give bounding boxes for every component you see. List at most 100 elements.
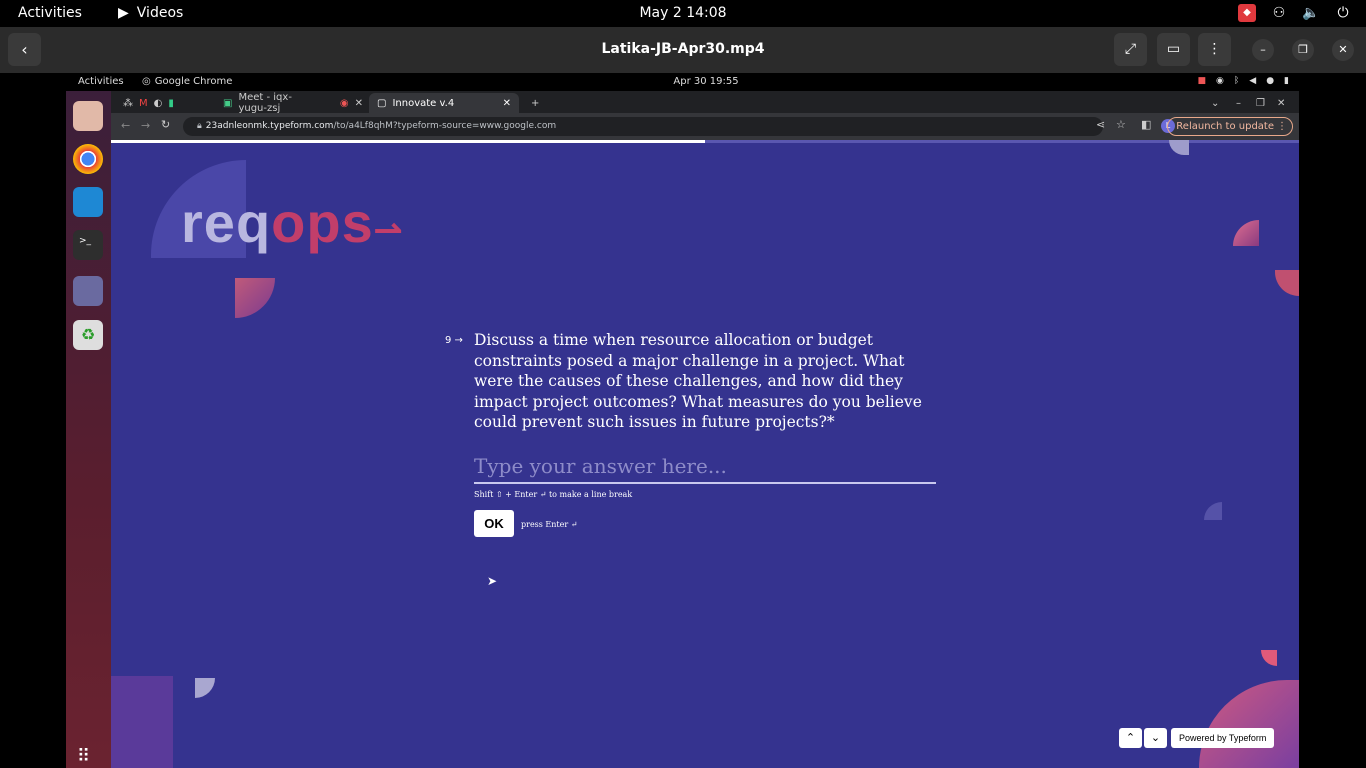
- new-tab-button[interactable]: +: [531, 93, 539, 113]
- pinned-tab-icons[interactable]: ⁂ M ◐ ▮: [123, 93, 174, 113]
- url-path: /to/a4Lf8qhM?typeform-source=www.google.…: [333, 121, 557, 131]
- browser-close[interactable]: ✕: [1277, 93, 1285, 113]
- prev-question-button[interactable]: ⌃: [1119, 728, 1142, 748]
- ok-button[interactable]: OK: [474, 510, 514, 537]
- next-question-button[interactable]: ⌄: [1144, 728, 1167, 748]
- volume-icon[interactable]: 🔈: [1302, 4, 1320, 22]
- pin-icon: ▮: [168, 97, 174, 109]
- chrome-dock-icon[interactable]: [73, 144, 103, 174]
- clock[interactable]: May 2 14:08: [0, 5, 1366, 21]
- decor-shape: [1233, 220, 1259, 246]
- sidepanel-icon[interactable]: ◧: [1141, 118, 1151, 131]
- inner-top-bar: Activities ◎ Google Chrome Apr 30 19:55 …: [66, 73, 1299, 91]
- video-app-icon[interactable]: [73, 276, 103, 306]
- meet-icon: ▣: [223, 97, 233, 109]
- video-player-header: ‹ Latika-JB-Apr30.mp4 ⤢ ▭ ⋮ – ❐ ✕: [0, 27, 1366, 73]
- power-icon[interactable]: ⏻: [1334, 4, 1352, 22]
- camera-icon: ■: [1197, 76, 1206, 86]
- close-icon: ✕: [1277, 97, 1286, 109]
- maximize-icon: ❐: [1256, 97, 1265, 109]
- decor-shape: [1275, 270, 1299, 296]
- files-icon[interactable]: [73, 101, 103, 131]
- reqops-logo: reqops⇀: [181, 190, 403, 255]
- subtitles-button[interactable]: ▭: [1157, 33, 1190, 66]
- url-field[interactable]: 🔒︎ 23adnleonmk.typeform.com/to/a4Lf8qhM?t…: [183, 117, 1103, 136]
- relaunch-button[interactable]: Relaunch to update ⋮: [1167, 117, 1293, 136]
- logo-text-a: req: [181, 191, 272, 254]
- tab-search-button[interactable]: ⌄: [1211, 93, 1219, 113]
- mouse-cursor-icon: ➤: [487, 574, 498, 588]
- app-grid-icon[interactable]: ⠿: [77, 746, 90, 767]
- kebab-icon: ⋮: [1207, 41, 1222, 57]
- minimize-icon: –: [1236, 97, 1241, 109]
- tab-label: Meet - iqx-yugu-zsj: [238, 92, 292, 114]
- forward-arrow-icon[interactable]: →: [141, 119, 150, 132]
- tab-meet[interactable]: ▣ Meet - iqx-yugu-zsj ◉ ✕: [223, 92, 363, 114]
- maximize-button[interactable]: ❐: [1292, 39, 1314, 61]
- progress-bar: [111, 140, 705, 143]
- logo-arrow-icon: ⇀: [373, 212, 404, 250]
- subtitles-icon: ▭: [1166, 41, 1181, 57]
- close-icon: ✕: [1338, 43, 1348, 56]
- relaunch-label: Relaunch to update: [1176, 121, 1274, 132]
- typeform-icon: ▢: [377, 97, 387, 109]
- mic-icon: ●: [1266, 76, 1275, 86]
- question-number: 9 →: [445, 335, 463, 346]
- close-button[interactable]: ✕: [1332, 39, 1354, 61]
- network-icon[interactable]: ⚇: [1270, 4, 1288, 22]
- trash-icon[interactable]: ♻: [73, 320, 103, 350]
- chevron-up-icon: ⌃: [1125, 731, 1136, 744]
- browser-tab-strip: ⁂ M ◐ ▮ ▣ Meet - iqx-yugu-zsj ◉ ✕ ▢ Inno…: [111, 91, 1299, 114]
- tab-close-icon[interactable]: ✕: [355, 98, 363, 109]
- url-domain: 23adnleonmk.typeform.com: [205, 121, 334, 131]
- browser-minimize[interactable]: –: [1236, 93, 1241, 113]
- battery-icon: ▮: [1284, 76, 1289, 86]
- inner-tray: ■ ◉ ᛒ ◀ ● ▮: [1197, 76, 1289, 86]
- logo-text-b: ops: [271, 191, 374, 254]
- decor-shape: [235, 278, 275, 318]
- typeform-page: reqops⇀ 9 → Discuss a time when resource…: [111, 140, 1299, 768]
- screencast-icon[interactable]: ◆: [1238, 4, 1256, 22]
- decor-shape: [195, 678, 215, 698]
- question-text: Discuss a time when resource allocation …: [474, 331, 922, 432]
- minimize-button[interactable]: –: [1252, 39, 1274, 61]
- line-break-hint: Shift ⇧ + Enter ↵ to make a line break: [474, 490, 633, 499]
- inner-clock: Apr 30 19:55: [673, 76, 739, 87]
- decor-shape: [1204, 502, 1222, 520]
- chevron-down-icon: ⌄: [1150, 731, 1161, 744]
- back-arrow-icon[interactable]: ←: [121, 119, 130, 132]
- vscode-icon[interactable]: [73, 187, 103, 217]
- terminal-icon[interactable]: >_: [73, 230, 103, 260]
- share-icon[interactable]: ⋖: [1096, 118, 1105, 131]
- decor-shape: [1169, 140, 1189, 155]
- tab-close-icon[interactable]: ✕: [503, 98, 511, 109]
- decor-shape: [1199, 680, 1299, 768]
- os-top-bar: Activities ▶ Videos May 2 14:08 ◆ ⚇ 🔈 ⏻: [0, 0, 1366, 27]
- minimize-icon: –: [1260, 43, 1266, 56]
- bluetooth-icon: ᛒ: [1233, 76, 1240, 86]
- reload-icon[interactable]: ↻: [161, 118, 170, 131]
- browser-maximize[interactable]: ❐: [1256, 93, 1265, 113]
- dock: >_ ♻ ⠿: [66, 91, 111, 768]
- system-tray[interactable]: ◆ ⚇ 🔈 ⏻: [1238, 4, 1352, 22]
- tab-innovate[interactable]: ▢ Innovate v.4 ✕: [369, 93, 519, 113]
- gmail-icon: M: [139, 97, 148, 109]
- star-icon[interactable]: ☆: [1116, 118, 1126, 131]
- video-frame: Activities ◎ Google Chrome Apr 30 19:55 …: [66, 73, 1299, 768]
- answer-input[interactable]: [474, 450, 936, 484]
- github-icon: ◐: [153, 97, 163, 109]
- volume-icon: ◀: [1249, 76, 1257, 86]
- menu-button[interactable]: ⋮: [1198, 33, 1231, 66]
- decor-shape: [111, 676, 173, 768]
- recording-icon: ◉: [339, 97, 349, 109]
- powered-by-badge[interactable]: Powered by Typeform: [1171, 728, 1275, 748]
- pinned-icon: ⁂: [123, 97, 133, 109]
- plus-icon: +: [531, 97, 540, 109]
- kebab-icon: ⋮: [1277, 121, 1287, 132]
- expand-icon: ⤢: [1124, 41, 1137, 57]
- press-enter-hint: press Enter ↵: [521, 520, 578, 529]
- fullscreen-button[interactable]: ⤢: [1114, 33, 1147, 66]
- maximize-icon: ❐: [1298, 43, 1308, 56]
- question-nav: ⌃ ⌄: [1119, 728, 1167, 748]
- decor-shape: [1261, 650, 1277, 666]
